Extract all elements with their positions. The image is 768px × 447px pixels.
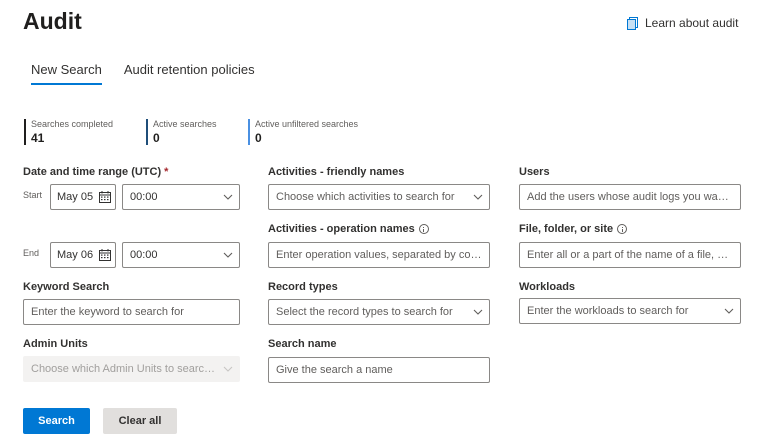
- users-placeholder: Add the users whose audit logs you want …: [527, 191, 740, 203]
- record-types-placeholder: Select the record types to search for: [276, 306, 453, 318]
- stat-value: 0: [255, 131, 262, 145]
- clear-all-button[interactable]: Clear all: [103, 408, 177, 434]
- file-folder-site-input[interactable]: Enter all or a part of the name of a fil…: [519, 242, 741, 268]
- users-input[interactable]: Add the users whose audit logs you want …: [519, 184, 741, 210]
- activities-operation-placeholder: Enter operation values, separated by com…: [276, 249, 489, 261]
- chevron-down-icon: [217, 357, 239, 381]
- keyword-search-label: Keyword Search: [23, 281, 110, 293]
- info-icon[interactable]: [418, 224, 429, 234]
- chevron-down-icon: [467, 300, 489, 324]
- learn-link-label: Learn about audit: [645, 16, 739, 30]
- search-button[interactable]: Search: [23, 408, 90, 434]
- search-name-placeholder: Give the search a name: [276, 364, 393, 376]
- stat-value: 41: [31, 131, 45, 145]
- stat-label: Active unfiltered searches: [255, 119, 359, 129]
- activities-friendly-label: Activities - friendly names: [268, 166, 405, 178]
- info-icon[interactable]: [617, 224, 628, 234]
- start-time-value: 00:00: [130, 191, 158, 203]
- page-title: Audit: [23, 8, 82, 34]
- document-icon: [627, 16, 638, 30]
- file-folder-site-placeholder: Enter all or a part of the name of a fil…: [527, 249, 740, 261]
- activities-friendly-placeholder: Choose which activities to search for: [276, 191, 455, 203]
- stat-searches-completed: Searches completed 41: [24, 119, 113, 145]
- workloads-placeholder: Enter the workloads to search for: [527, 305, 689, 317]
- stat-active-searches: Active searches 0: [146, 119, 217, 145]
- keyword-search-placeholder: Enter the keyword to search for: [31, 306, 184, 318]
- start-label: Start: [23, 190, 43, 200]
- end-date-value: May 06: [57, 249, 94, 261]
- activities-friendly-dropdown[interactable]: Choose which activities to search for: [268, 184, 490, 210]
- file-folder-site-label: File, folder, or site: [519, 223, 628, 235]
- start-date-value: May 05: [57, 191, 94, 203]
- workloads-label: Workloads: [519, 281, 576, 293]
- record-types-label: Record types: [268, 281, 338, 293]
- search-name-label: Search name: [268, 338, 337, 350]
- admin-units-placeholder: Choose which Admin Units to search for: [31, 363, 217, 375]
- end-label: End: [23, 248, 40, 258]
- activities-operation-input[interactable]: Enter operation values, separated by com…: [268, 242, 490, 268]
- users-label: Users: [519, 166, 550, 178]
- keyword-search-input[interactable]: Enter the keyword to search for: [23, 299, 240, 325]
- start-time-dropdown[interactable]: 00:00: [122, 184, 240, 210]
- search-name-input[interactable]: Give the search a name: [268, 357, 490, 383]
- end-date-picker[interactable]: May 06: [50, 242, 116, 268]
- learn-about-audit-link[interactable]: Learn about audit: [627, 16, 738, 30]
- date-range-label: Date and time range (UTC) *: [23, 166, 169, 178]
- stat-label: Searches completed: [31, 119, 114, 129]
- chevron-down-icon: [217, 243, 239, 267]
- calendar-icon[interactable]: [97, 185, 113, 209]
- tab-new-search[interactable]: New Search: [31, 62, 102, 85]
- chevron-down-icon: [217, 185, 239, 209]
- end-time-dropdown[interactable]: 00:00: [122, 242, 240, 268]
- stat-label: Active searches: [153, 119, 217, 129]
- tab-audit-retention-policies[interactable]: Audit retention policies: [124, 62, 255, 85]
- calendar-icon[interactable]: [97, 243, 113, 267]
- activities-operation-label: Activities - operation names: [268, 223, 429, 235]
- chevron-down-icon: [467, 185, 489, 209]
- tab-bar: New Search Audit retention policies: [31, 62, 277, 85]
- workloads-dropdown[interactable]: Enter the workloads to search for: [519, 298, 741, 324]
- chevron-down-icon: [718, 299, 740, 323]
- record-types-dropdown[interactable]: Select the record types to search for: [268, 299, 490, 325]
- end-time-value: 00:00: [130, 249, 158, 261]
- stat-active-unfiltered-searches: Active unfiltered searches 0: [248, 119, 358, 145]
- stat-value: 0: [153, 131, 160, 145]
- admin-units-dropdown: Choose which Admin Units to search for: [23, 356, 240, 382]
- start-date-picker[interactable]: May 05: [50, 184, 116, 210]
- required-mark: *: [164, 166, 169, 178]
- admin-units-label: Admin Units: [23, 338, 88, 350]
